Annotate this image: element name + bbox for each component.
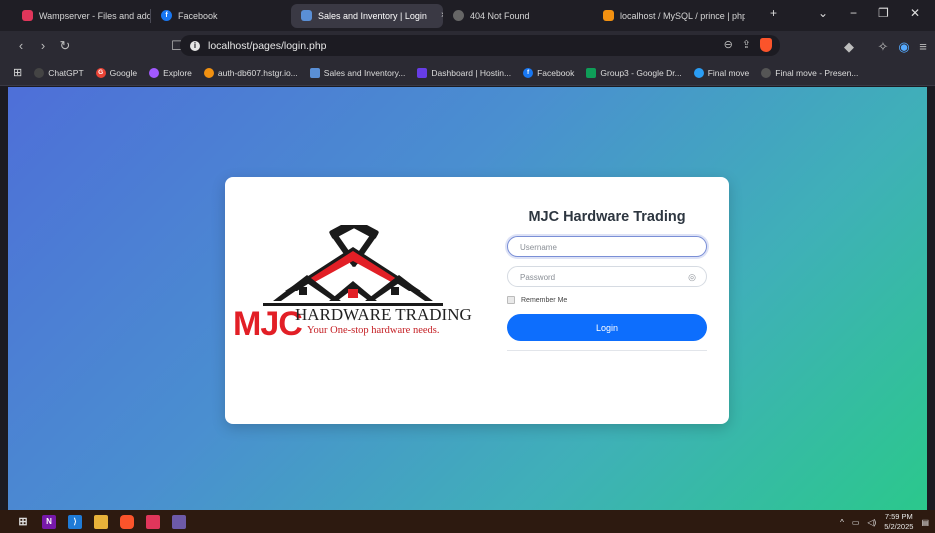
address-bar[interactable]: i localhost/pages/login.php ⊖ ⇪ (180, 35, 780, 56)
bookmark-sales-inventory[interactable]: Sales and Inventory... (305, 67, 411, 78)
url-text: localhost/pages/login.php (208, 39, 327, 52)
browser-toolbar: ‹ › ↻ ☐ i localhost/pages/login.php ⊖ ⇪ … (0, 31, 935, 60)
menu-icon[interactable]: ≡ (912, 39, 934, 54)
bookmark-final-move[interactable]: Final move (689, 67, 755, 78)
remember-me-checkbox[interactable] (507, 296, 515, 304)
hostinger-icon (417, 67, 428, 78)
onenote-icon[interactable]: N (42, 514, 56, 529)
tab-sales-inventory-login[interactable]: Sales and Inventory | Login × (291, 3, 443, 28)
tab-title: Wampserver - Files and addons (39, 10, 150, 21)
tab-404-not-found[interactable]: 404 Not Found (443, 4, 593, 28)
explore-icon (149, 67, 160, 78)
google-icon: G (95, 67, 106, 78)
logo-company-name: HARDWARE TRADING (295, 305, 472, 324)
tab-title: localhost / MySQL / prince | php (620, 10, 745, 21)
logo-mjc-mark: MJC (233, 305, 303, 343)
extensions-icon[interactable]: ✧ (872, 39, 894, 55)
facebook-icon: f (161, 10, 172, 21)
login-form: MJC Hardware Trading ◎ Remember Me Login (507, 209, 707, 351)
clock-time: 7:59 PM (884, 512, 913, 521)
globe-icon (453, 10, 464, 21)
globe-icon (761, 67, 772, 78)
tab-phpmyadmin[interactable]: localhost / MySQL / prince | php (593, 4, 745, 28)
wampserver-tray-app-icon[interactable] (146, 514, 160, 529)
tray-chevron-icon[interactable]: ^ (840, 518, 844, 527)
tab-facebook[interactable]: f Facebook (151, 4, 291, 28)
remember-me[interactable]: Remember Me (507, 296, 707, 304)
image-icon (309, 67, 320, 78)
tab-title: Facebook (178, 10, 218, 21)
phpmyadmin-icon (203, 67, 214, 78)
username-field-wrapper (507, 236, 707, 257)
clock[interactable]: 7:59 PM 5/2/2025 (884, 512, 913, 532)
phpmyadmin-icon (603, 10, 614, 21)
logo-slogan: Your One-stop hardware needs. (307, 325, 440, 336)
login-button[interactable]: Login (507, 314, 707, 341)
restore-button[interactable]: ❐ (878, 6, 889, 20)
zoom-icon[interactable]: ⊖ (724, 38, 733, 52)
chatgpt-icon (34, 67, 45, 78)
brave-browser-icon[interactable] (120, 514, 134, 529)
bookmark-group3-drive[interactable]: Group3 - Google Dr... (581, 67, 686, 78)
google-drive-icon (586, 67, 597, 78)
page-viewport: MJC HARDWARE TRADING Your One-stop hardw… (8, 87, 927, 510)
bookmark-chatgpt[interactable]: ChatGPT (29, 67, 88, 78)
bookmark-final-move-presentation[interactable]: Final move - Presen... (756, 67, 863, 78)
image-icon (301, 10, 312, 21)
bookmarks-bar: ⊞ ChatGPT G Google Explore auth-db607.hst… (0, 60, 935, 86)
password-field-wrapper: ◎ (507, 266, 707, 287)
facebook-icon: f (523, 67, 534, 78)
login-card: MJC HARDWARE TRADING Your One-stop hardw… (225, 177, 729, 424)
vpn-shield-icon[interactable]: ◆ (838, 39, 860, 55)
volume-icon[interactable]: ◁) (867, 518, 876, 527)
notifications-icon[interactable]: ▤ (921, 518, 929, 527)
divider (507, 350, 707, 351)
share-icon[interactable]: ⇪ (742, 38, 751, 52)
password-input[interactable] (508, 268, 706, 287)
back-arrow-icon[interactable]: ‹ (10, 38, 32, 53)
username-input[interactable] (508, 238, 706, 257)
windows-taskbar: ⊞ N ⟩ ^ ▭ ◁) 7:59 PM 5/2/2025 ▤ (0, 510, 935, 533)
clock-date: 5/2/2025 (884, 522, 914, 531)
address-bar-actions: ⊖ ⇪ (724, 38, 772, 52)
site-info-icon[interactable]: i (190, 40, 200, 51)
house-roof-logo-graphic (263, 225, 443, 306)
tab-list-chevron-icon[interactable]: ⌄ (818, 6, 828, 20)
brave-shield-icon[interactable] (760, 38, 772, 52)
close-window-button[interactable]: ✕ (910, 6, 920, 20)
file-explorer-icon[interactable] (94, 514, 108, 529)
bookmark-auth-db[interactable]: auth-db607.hstgr.io... (199, 67, 303, 78)
final-move-icon (693, 67, 704, 78)
minimize-button[interactable]: − (850, 6, 857, 20)
bookmark-facebook[interactable]: f Facebook (518, 67, 579, 78)
bookmark-dashboard-hostinger[interactable]: Dashboard | Hostin... (412, 67, 516, 78)
tab-title: Sales and Inventory | Login (318, 10, 427, 21)
remember-me-label: Remember Me (521, 296, 568, 304)
app-feather-icon[interactable] (172, 514, 186, 529)
system-tray: ^ ▭ ◁) 7:59 PM 5/2/2025 ▤ (840, 512, 929, 532)
tab-wampserver[interactable]: Wampserver - Files and addons (12, 4, 150, 28)
reload-icon[interactable]: ↻ (54, 38, 76, 54)
new-tab-button[interactable]: + (770, 6, 777, 20)
windows-start-icon[interactable]: ⊞ (16, 515, 30, 529)
forward-arrow-icon[interactable]: › (32, 38, 54, 53)
apps-grid-icon[interactable]: ⊞ (8, 66, 27, 79)
tab-title: 404 Not Found (470, 10, 530, 21)
wampserver-icon (22, 10, 33, 21)
battery-icon[interactable]: ▭ (852, 518, 860, 527)
bookmark-explore[interactable]: Explore (144, 67, 197, 78)
eye-slash-icon[interactable]: ◎ (688, 272, 696, 283)
company-logo: MJC HARDWARE TRADING Your One-stop hardw… (233, 225, 473, 355)
page-title: MJC Hardware Trading (528, 209, 686, 225)
browser-tab-strip: Wampserver - Files and addons f Facebook… (0, 0, 935, 31)
vscode-icon[interactable]: ⟩ (68, 514, 82, 529)
bookmark-google[interactable]: G Google (91, 67, 142, 78)
